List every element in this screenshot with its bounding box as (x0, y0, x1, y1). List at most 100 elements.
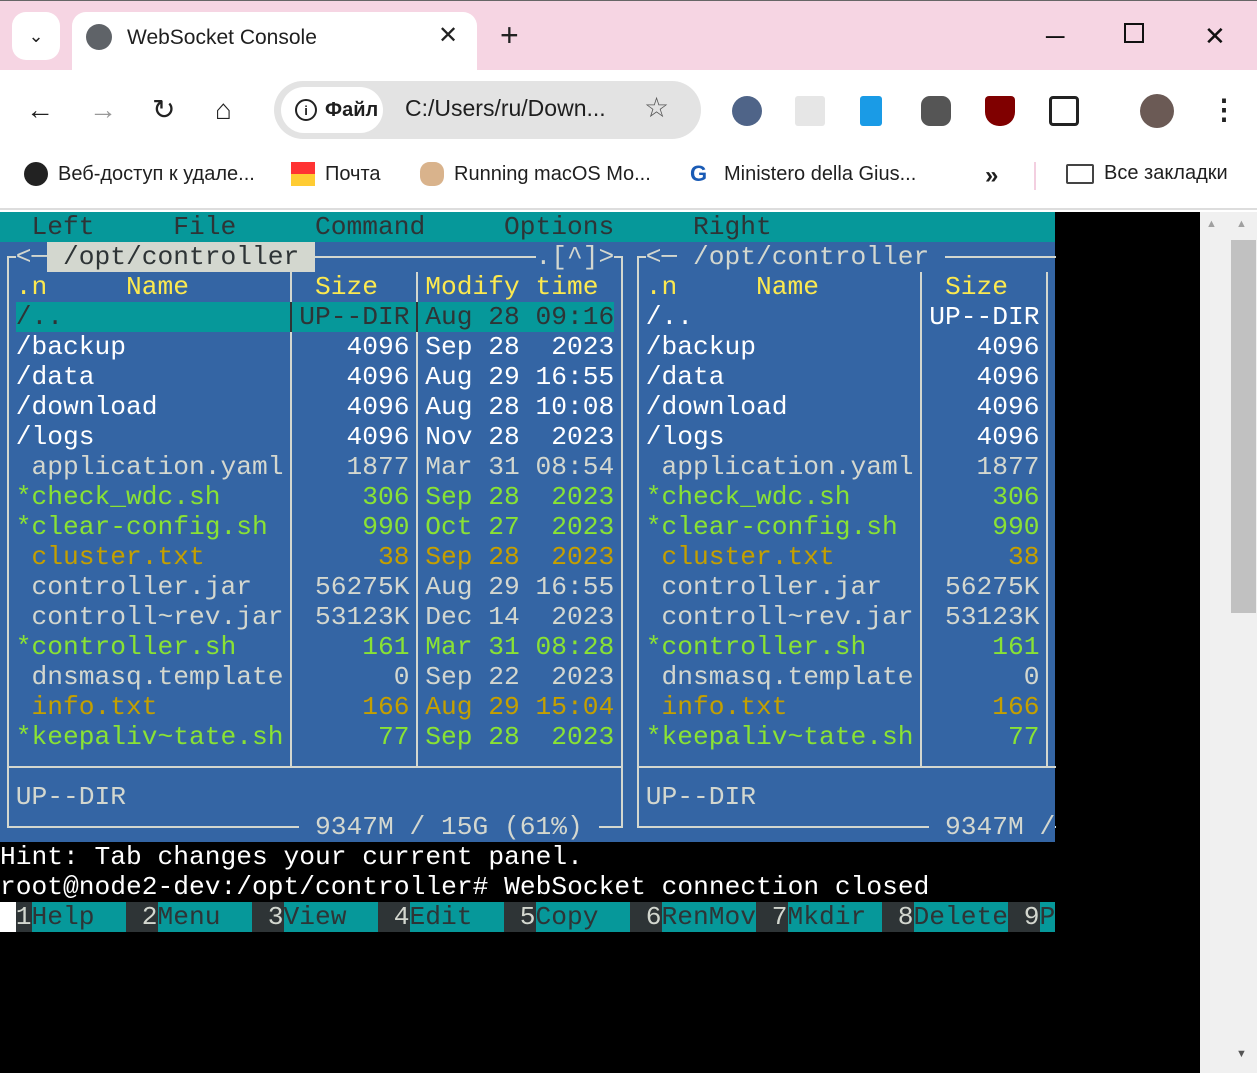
shell-prompt[interactable]: root@node2-dev:/opt/controller# WebSocke… (0, 872, 929, 902)
bookmark-label: Ministero della Gius... (724, 162, 917, 185)
left-panel-arrow-left[interactable]: <─ (15, 242, 48, 272)
url-text[interactable]: C:/Users/ru/Down... (405, 95, 606, 122)
fkey-edit-button[interactable]: Edit (410, 902, 473, 932)
fkey-9-number[interactable]: 9 (1023, 902, 1040, 932)
scroll-up-arrow-icon[interactable]: ▲ (1206, 218, 1217, 230)
left-file-size: 990 (362, 512, 410, 542)
scrollbar-thumb[interactable] (1231, 240, 1256, 613)
fkey-7-number[interactable]: 7 (771, 902, 788, 932)
left-file-name[interactable]: application.yaml (16, 452, 284, 482)
scrollbar[interactable]: ▲ ▲ ▼ (1200, 212, 1257, 1073)
site-info-chip[interactable]: i Файл (281, 87, 383, 133)
right-file-name[interactable]: /.. (646, 302, 693, 332)
right-file-name[interactable]: *clear-config.sh (646, 512, 898, 542)
left-file-name[interactable]: /backup (16, 332, 126, 362)
left-file-name[interactable]: /logs (16, 422, 95, 452)
fkey-3-number[interactable]: 3 (267, 902, 284, 932)
fkey-p-button[interactable]: P (1040, 902, 1056, 932)
fkey-copy-button[interactable]: Copy (536, 902, 599, 932)
right-file-name[interactable]: dnsmasq.template (646, 662, 914, 692)
right-file-name[interactable]: /download (646, 392, 788, 422)
all-bookmarks-button[interactable]: Все закладки (1066, 162, 1228, 185)
more-bookmarks-button[interactable]: » (985, 162, 998, 190)
cursor-extension-icon[interactable] (732, 96, 762, 126)
bookmark-item[interactable]: Почта (291, 162, 381, 186)
video-extension-icon[interactable] (921, 96, 951, 126)
left-file-name[interactable]: /download (16, 392, 158, 422)
ublock-icon[interactable] (985, 96, 1015, 126)
close-tab-icon[interactable]: ✕ (438, 21, 458, 50)
react-extension-icon[interactable] (795, 96, 825, 126)
fkey-2-number[interactable]: 2 (141, 902, 158, 932)
left-file-name[interactable]: controller.jar (16, 572, 253, 602)
right-file-name[interactable]: cluster.txt (646, 542, 835, 572)
home-button[interactable]: ⌂ (215, 94, 232, 126)
bookmark-star-icon[interactable]: ☆ (644, 91, 669, 124)
right-file-name[interactable]: application.yaml (646, 452, 914, 482)
left-file-name[interactable]: controll~rev.jar (16, 602, 284, 632)
globe-icon (24, 162, 48, 186)
fkey-mkdir-button[interactable]: Mkdir (788, 902, 867, 932)
left-file-name[interactable]: *keepaliv~tate.sh (16, 722, 284, 752)
fkey-5-number[interactable]: 5 (519, 902, 536, 932)
maximize-button[interactable] (1124, 23, 1144, 43)
new-tab-button[interactable]: + (500, 17, 519, 53)
left-file-name[interactable]: /.. (16, 302, 63, 332)
bookmark-item[interactable]: Running macOS Mo... (420, 162, 651, 186)
fkey-6-number[interactable]: 6 (645, 902, 662, 932)
left-file-name[interactable]: dnsmasq.template (16, 662, 284, 692)
right-file-name[interactable]: *controller.sh (646, 632, 867, 662)
left-file-size: 38 (378, 542, 410, 572)
menu-item-file[interactable]: File (173, 212, 236, 242)
left-file-name[interactable]: cluster.txt (16, 542, 205, 572)
left-file-name[interactable]: info.txt (16, 692, 158, 722)
bookmark-item[interactable]: Веб-доступ к удале... (24, 162, 255, 186)
menu-item-left[interactable]: Left (32, 212, 95, 242)
window-close-button[interactable]: ✕ (1204, 19, 1226, 53)
left-file-name[interactable]: *clear-config.sh (16, 512, 268, 542)
reload-button[interactable]: ↻ (152, 94, 175, 126)
right-file-size: 53123K (945, 602, 1040, 632)
fkey-help-button[interactable]: Help (32, 902, 95, 932)
right-file-name[interactable]: *check_wdc.sh (646, 482, 851, 512)
right-panel-arrow-left[interactable]: <─ (645, 242, 678, 272)
left-panel-arrow-right[interactable]: .[^]> (535, 242, 615, 272)
fkey-number-bg (126, 902, 142, 932)
right-file-name[interactable]: *keepaliv~tate.sh (646, 722, 914, 752)
right-file-name[interactable]: controller.jar (646, 572, 883, 602)
fkey-8-number[interactable]: 8 (897, 902, 914, 932)
minimize-button[interactable]: ─ (1046, 19, 1064, 53)
profile-avatar[interactable] (1140, 94, 1174, 128)
tab-websocket-console[interactable]: WebSocket Console ✕ (72, 12, 477, 72)
extensions-puzzle-icon[interactable] (1049, 96, 1079, 126)
right-file-name[interactable]: /logs (646, 422, 725, 452)
forward-button[interactable]: → (89, 94, 117, 126)
left-file-name[interactable]: /data (16, 362, 95, 392)
left-file-name[interactable]: *controller.sh (16, 632, 237, 662)
tab-search-button[interactable]: ⌄ (12, 12, 60, 60)
right-file-name[interactable]: controll~rev.jar (646, 602, 914, 632)
fkey-menu-button[interactable]: Menu (158, 902, 221, 932)
right-file-name[interactable]: /backup (646, 332, 756, 362)
bookmark-item[interactable]: G Ministero della Gius... (690, 162, 916, 186)
back-button[interactable]: ← (26, 94, 54, 126)
left-file-name[interactable]: *check_wdc.sh (16, 482, 221, 512)
right-file-name[interactable]: info.txt (646, 692, 788, 722)
fkey-view-button[interactable]: View (284, 902, 347, 932)
menu-item-right[interactable]: Right (693, 212, 772, 242)
right-file-name[interactable]: /data (646, 362, 725, 392)
download-doc-extension-icon[interactable] (860, 96, 882, 126)
right-panel-path: /opt/controller (677, 242, 946, 272)
fkey-1-number[interactable]: 1 (15, 902, 32, 932)
scroll-up-arrow-icon[interactable]: ▲ (1236, 218, 1247, 230)
fkey-renmov-button[interactable]: RenMov (662, 902, 757, 932)
fkey-delete-button[interactable]: Delete (914, 902, 1009, 932)
menu-kebab-icon[interactable]: ⋮ (1210, 94, 1238, 126)
fkey-4-number[interactable]: 4 (393, 902, 410, 932)
menu-item-options[interactable]: Options (504, 212, 614, 242)
terminal-console[interactable]: Left File Command Options Right <─ /opt/contr… (0, 212, 1200, 1073)
left-file-time: Sep 28 2023 (425, 542, 615, 572)
address-bar[interactable]: i Файл C:/Users/ru/Down... ☆ (274, 81, 701, 139)
scroll-down-arrow-icon[interactable]: ▼ (1236, 1048, 1247, 1060)
menu-item-command[interactable]: Command (315, 212, 425, 242)
